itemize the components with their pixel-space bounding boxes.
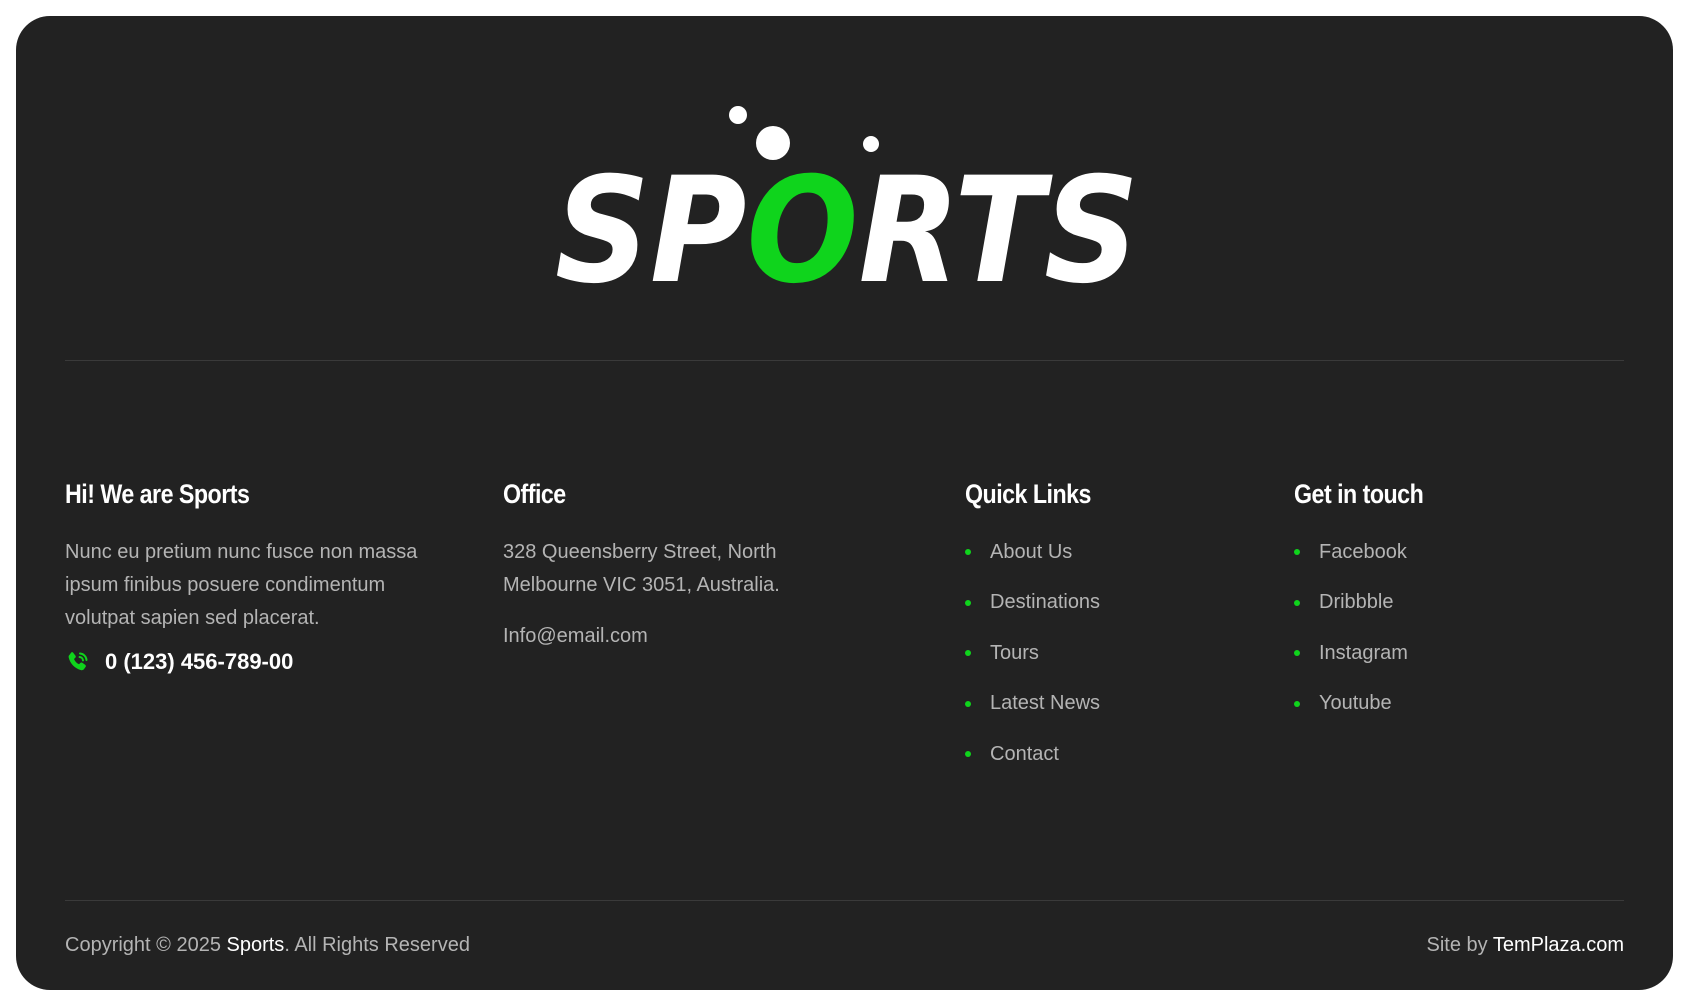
- phone-number[interactable]: 0 (123) 456-789-00: [105, 649, 293, 675]
- bullet-dot-icon: [965, 700, 971, 707]
- quick-links-heading: Quick Links: [965, 479, 1091, 509]
- phone-call-icon: [65, 649, 91, 675]
- quick-link-tours[interactable]: Tours: [965, 628, 1225, 679]
- quick-links-column: Quick Links About Us Destinations Tours …: [965, 478, 1225, 780]
- bullet-dot-icon: [965, 751, 971, 758]
- quick-link-label[interactable]: About Us: [990, 541, 1072, 564]
- social-link-instagram[interactable]: Instagram: [1294, 628, 1554, 679]
- svg-text:SPORTS: SPORTS: [555, 146, 1139, 291]
- sports-logo-graphic: SPORTS: [555, 106, 1139, 291]
- quick-link-label[interactable]: Destinations: [990, 591, 1100, 614]
- quick-link-label[interactable]: Tours: [990, 642, 1039, 665]
- bullet-dot-icon: [1294, 599, 1300, 606]
- social-links-list: Facebook Dribbble Instagram Youtube: [1294, 527, 1554, 729]
- quick-link-about-us[interactable]: About Us: [965, 527, 1225, 578]
- quick-link-label[interactable]: Latest News: [990, 692, 1100, 715]
- social-link-youtube[interactable]: Youtube: [1294, 679, 1554, 730]
- quick-link-destinations[interactable]: Destinations: [965, 578, 1225, 629]
- siteby-brand-link[interactable]: TemPlaza.com: [1493, 934, 1624, 956]
- social-link-dribbble[interactable]: Dribbble: [1294, 578, 1554, 629]
- copyright-prefix: Copyright © 2025: [65, 934, 227, 956]
- quick-link-latest-news[interactable]: Latest News: [965, 679, 1225, 730]
- site-footer: SPORTS Hi! We are Sports Nunc eu pretium…: [16, 16, 1673, 990]
- siteby-prefix: Site by: [1426, 934, 1493, 956]
- about-text: Nunc eu pretium nunc fusce non massa ips…: [65, 541, 418, 629]
- quick-link-label[interactable]: Contact: [990, 743, 1059, 766]
- office-heading: Office: [503, 479, 566, 509]
- bullet-dot-icon: [965, 650, 971, 657]
- quick-links-list: About Us Destinations Tours Latest News …: [965, 527, 1225, 780]
- about-heading: Hi! We are Sports: [65, 479, 250, 509]
- social-link-label[interactable]: Youtube: [1319, 692, 1392, 715]
- about-column: Hi! We are Sports Nunc eu pretium nunc f…: [65, 478, 445, 675]
- copyright-suffix: . All Rights Reserved: [284, 934, 470, 956]
- copyright-text: Copyright © 2025 Sports. All Rights Rese…: [65, 934, 470, 957]
- bullet-dot-icon: [1294, 549, 1300, 556]
- bullet-dot-icon: [965, 599, 971, 606]
- get-in-touch-column: Get in touch Facebook Dribbble Instagram…: [1294, 478, 1554, 729]
- site-by-credit: Site by TemPlaza.com: [1427, 934, 1625, 957]
- get-in-touch-heading: Get in touch: [1294, 479, 1424, 509]
- copyright-brand-link[interactable]: Sports: [227, 934, 285, 956]
- social-link-label[interactable]: Facebook: [1319, 541, 1407, 564]
- quick-link-contact[interactable]: Contact: [965, 729, 1225, 780]
- footer-divider-top: [65, 360, 1624, 361]
- bullet-dot-icon: [1294, 650, 1300, 657]
- bullet-dot-icon: [965, 549, 971, 556]
- office-email-link[interactable]: Info@email.com: [503, 620, 823, 653]
- social-link-label[interactable]: Dribbble: [1319, 591, 1393, 614]
- office-column: Office 328 Queensberry Street, North Mel…: [503, 478, 823, 653]
- sports-logo[interactable]: SPORTS: [16, 91, 1673, 291]
- social-link-label[interactable]: Instagram: [1319, 642, 1408, 665]
- social-link-facebook[interactable]: Facebook: [1294, 527, 1554, 578]
- footer-divider-bottom: [65, 900, 1624, 901]
- phone-contact[interactable]: 0 (123) 456-789-00: [65, 649, 445, 675]
- office-address: 328 Queensberry Street, North Melbourne …: [503, 541, 780, 596]
- bullet-dot-icon: [1294, 700, 1300, 707]
